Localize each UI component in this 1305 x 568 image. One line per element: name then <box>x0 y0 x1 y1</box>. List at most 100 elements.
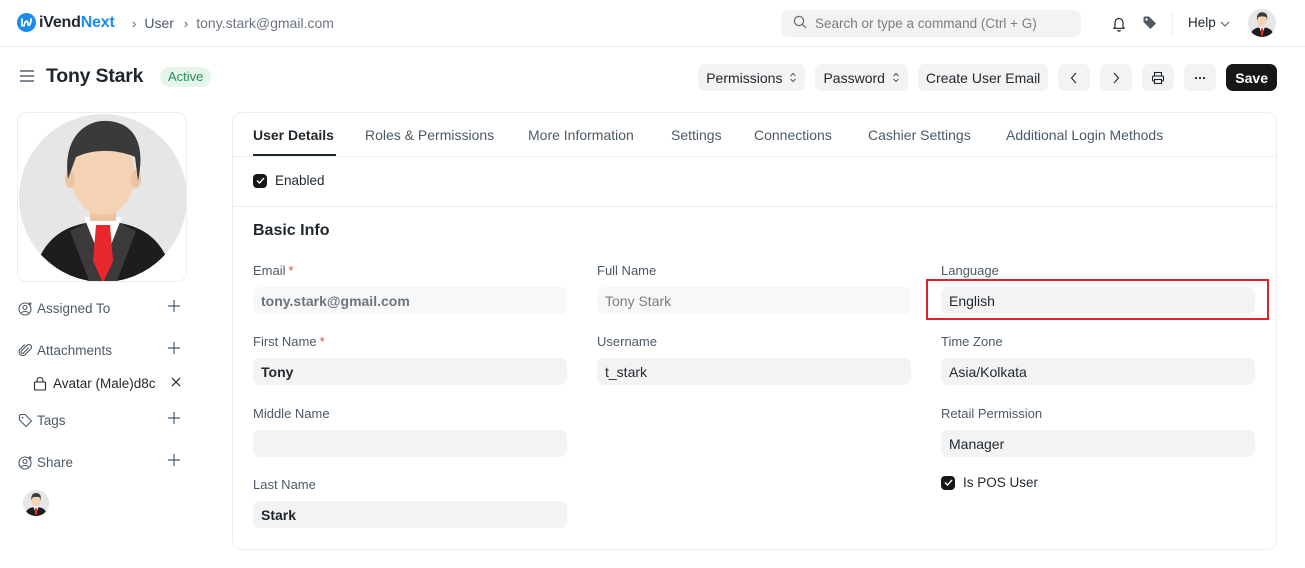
tab-more-information[interactable]: More Information <box>528 127 634 143</box>
sidebar-tags[interactable]: Tags <box>18 410 183 430</box>
page-title: Tony Stark <box>46 65 144 87</box>
password-label: Password <box>823 69 885 86</box>
active-tab-indicator <box>253 154 336 156</box>
tag-outline-icon <box>18 413 33 427</box>
basic-info-heading: Basic Info <box>253 222 330 239</box>
lock-icon <box>33 376 47 391</box>
page-head: Tony Stark Active Permissions Password C… <box>0 56 1305 100</box>
print-button[interactable] <box>1142 64 1175 91</box>
next-record-button[interactable] <box>1100 64 1133 91</box>
paperclip-icon <box>18 343 32 356</box>
is-pos-user-checkbox-row[interactable]: Is POS User <box>941 475 1038 490</box>
notifications-bell-icon[interactable] <box>1109 13 1129 33</box>
retail-permission-input[interactable] <box>941 430 1255 457</box>
sidebar-share[interactable]: Share <box>18 452 183 472</box>
user-form-card: User Details Roles & Permissions More In… <box>232 112 1277 550</box>
is-pos-user-checkbox[interactable] <box>941 475 955 490</box>
username-label: Username <box>597 334 657 349</box>
full-name-input[interactable] <box>597 287 911 314</box>
email-label: Email * <box>253 263 294 278</box>
add-share-plus-icon[interactable] <box>167 453 181 467</box>
retail-permission-field: Retail Permission <box>941 406 1255 457</box>
create-user-email-button[interactable]: Create User Email <box>917 64 1049 91</box>
user-plus-icon <box>18 455 32 470</box>
first-name-label: First Name * <box>253 334 325 349</box>
save-button[interactable]: Save <box>1226 64 1277 91</box>
select-arrows-icon <box>892 72 900 83</box>
username-input[interactable] <box>597 358 911 385</box>
help-dropdown[interactable]: Help <box>1188 15 1230 30</box>
section-divider <box>233 206 1276 207</box>
remove-attachment-close-icon[interactable] <box>170 376 182 388</box>
printer-icon <box>1152 71 1165 84</box>
email-input[interactable] <box>253 287 567 314</box>
password-dropdown-button[interactable]: Password <box>815 64 908 91</box>
breadcrumb: › User › tony.stark@gmail.com <box>132 15 344 31</box>
breadcrumb-current-user[interactable]: tony.stark@gmail.com <box>196 15 334 31</box>
language-label: Language <box>941 263 999 278</box>
tab-user-details[interactable]: User Details <box>253 127 334 143</box>
full-name-field: Full Name <box>597 263 911 314</box>
add-tag-plus-icon[interactable] <box>167 411 181 425</box>
tab-roles-permissions[interactable]: Roles & Permissions <box>365 127 494 143</box>
form-tabs: User Details Roles & Permissions More In… <box>233 113 1276 157</box>
full-name-label: Full Name <box>597 263 657 278</box>
first-name-input[interactable] <box>253 358 567 385</box>
language-field-highlight <box>926 279 1269 320</box>
sidebar-attachments[interactable]: Attachments <box>18 340 183 360</box>
navbar-divider <box>1172 11 1173 35</box>
username-field: Username <box>597 334 911 385</box>
attachment-item[interactable]: Avatar (Male)d8c <box>33 373 183 393</box>
time-zone-field: Time Zone <box>941 334 1255 385</box>
select-arrows-icon <box>789 72 797 83</box>
search-icon <box>793 15 807 32</box>
page-actions: Permissions Password Create User Email S… <box>698 64 1277 91</box>
user-avatar[interactable] <box>1248 9 1276 37</box>
navbar: iVendNext › User › tony.stark@gmail.com … <box>0 0 1305 47</box>
last-name-field: Last Name <box>253 477 567 528</box>
attachment-filename[interactable]: Avatar (Male)d8c <box>53 376 161 391</box>
last-name-input[interactable] <box>253 501 567 528</box>
add-assignment-plus-icon[interactable] <box>167 299 181 313</box>
middle-name-input[interactable] <box>253 430 567 457</box>
tag-icon[interactable] <box>1140 13 1160 33</box>
permissions-label: Permissions <box>706 69 783 86</box>
search-input[interactable] <box>815 16 1075 31</box>
breadcrumb-user[interactable]: User <box>144 15 174 31</box>
time-zone-input[interactable] <box>941 358 1255 385</box>
last-name-label: Last Name <box>253 477 316 492</box>
permissions-dropdown-button[interactable]: Permissions <box>698 64 806 91</box>
enabled-checkbox[interactable] <box>253 173 267 188</box>
sidebar-assigned-to[interactable]: Assigned To <box>18 298 183 318</box>
is-pos-user-label: Is POS User <box>963 475 1039 490</box>
tags-label: Tags <box>37 412 66 428</box>
chevron-left-icon <box>1071 72 1077 83</box>
tab-connections[interactable]: Connections <box>754 127 832 143</box>
ellipsis-icon <box>1195 76 1206 79</box>
search-bar[interactable] <box>781 10 1081 37</box>
tab-settings[interactable]: Settings <box>671 127 722 143</box>
chevron-right-icon: › <box>132 15 137 31</box>
enabled-checkbox-row[interactable]: Enabled <box>253 173 325 188</box>
assigned-to-label: Assigned To <box>37 300 111 316</box>
user-profile-image[interactable] <box>17 112 187 282</box>
tab-cashier-settings[interactable]: Cashier Settings <box>868 127 971 143</box>
enabled-label: Enabled <box>275 173 325 188</box>
chevron-down-icon <box>1220 15 1230 30</box>
brand-logo-icon <box>17 13 36 32</box>
previous-record-button[interactable] <box>1058 64 1091 91</box>
tab-additional-login-methods[interactable]: Additional Login Methods <box>1006 127 1163 143</box>
chevron-right-icon: › <box>183 15 189 31</box>
time-zone-label: Time Zone <box>941 334 1003 349</box>
checkmark-icon <box>256 177 265 184</box>
add-attachment-plus-icon[interactable] <box>167 341 181 355</box>
email-field: Email * <box>253 263 567 314</box>
help-label: Help <box>1188 15 1216 30</box>
more-actions-button[interactable] <box>1184 64 1217 91</box>
first-name-field: First Name * <box>253 334 567 385</box>
sidebar-toggle-menu-icon[interactable] <box>19 69 35 83</box>
chevron-right-icon <box>1113 72 1120 83</box>
user-plus-icon <box>18 301 32 316</box>
shared-user-avatar[interactable] <box>23 490 49 516</box>
brand-logo-link[interactable]: iVendNext <box>17 13 115 32</box>
